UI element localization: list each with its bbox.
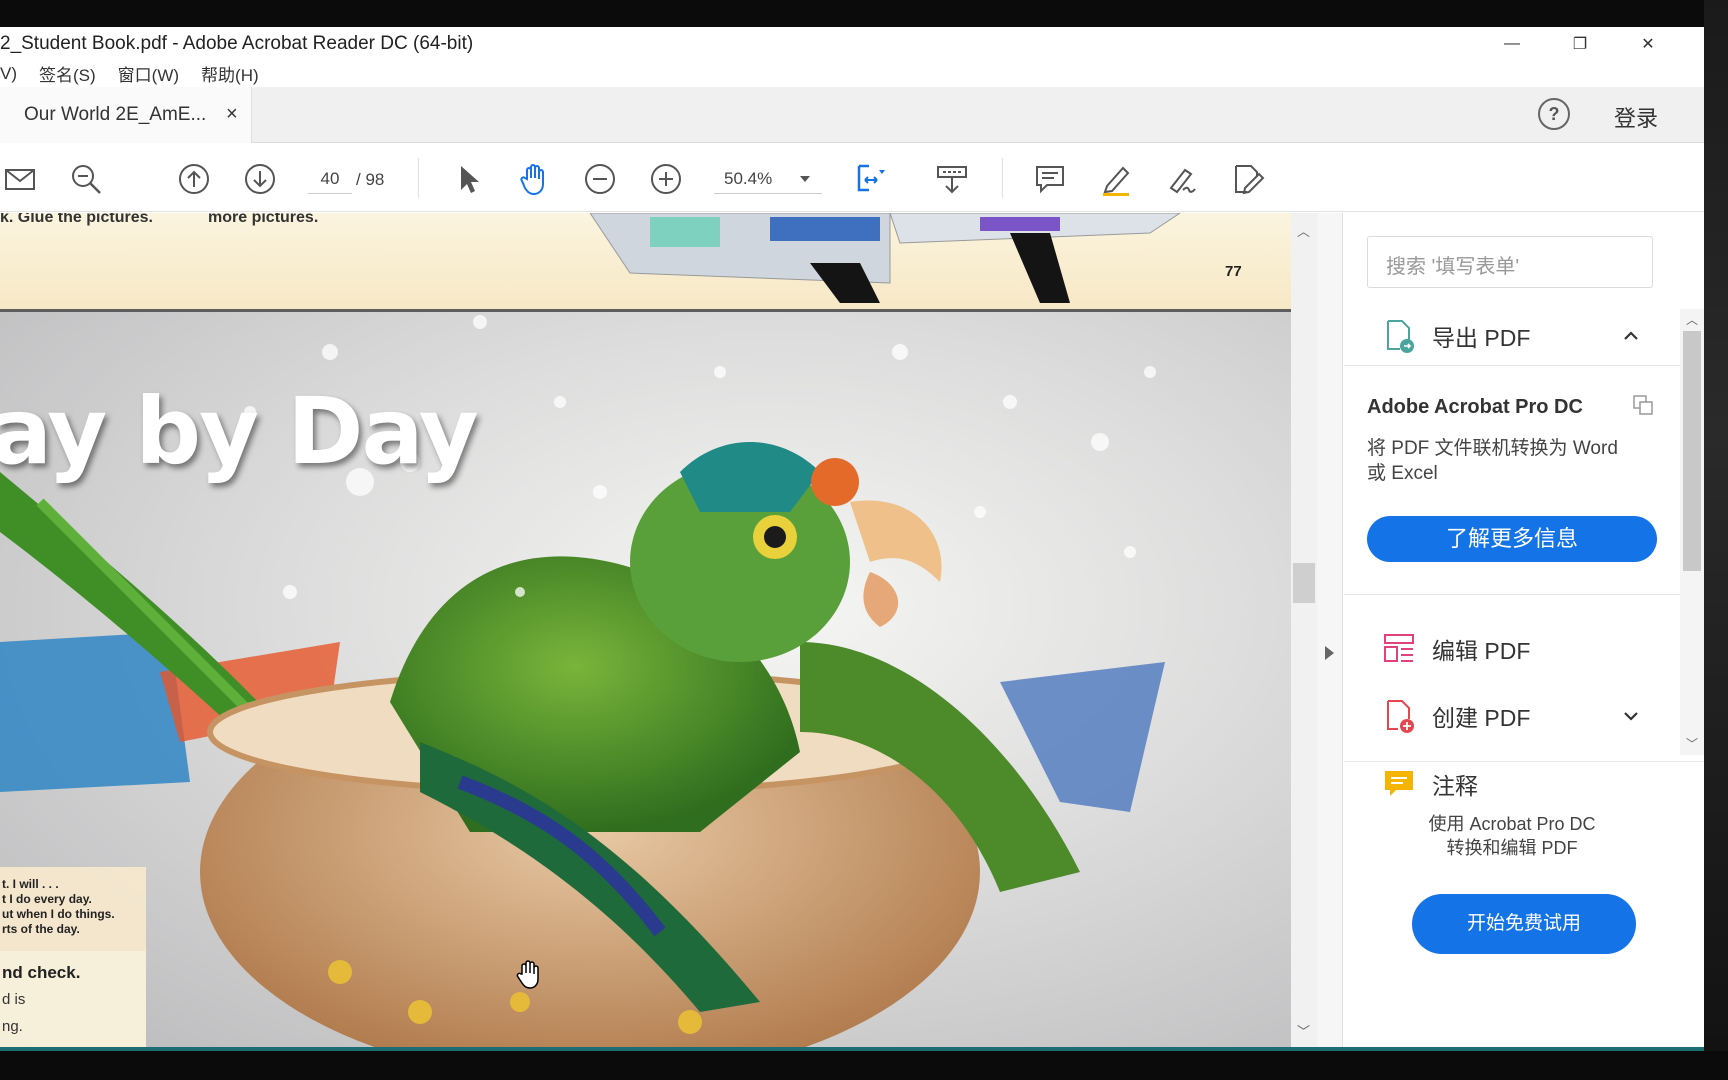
menu-view[interactable]: V) xyxy=(0,64,17,84)
tool-edit-pdf-label: 编辑 PDF xyxy=(1432,638,1531,664)
restore-button[interactable]: ❐ xyxy=(1556,29,1604,59)
page-number-input[interactable]: 40 xyxy=(308,164,352,194)
title-bar: 2_Student Book.pdf - Adobe Acrobat Reade… xyxy=(0,27,1704,60)
chevron-down-icon[interactable]: ﹀ xyxy=(1297,1021,1310,1040)
toolbar-divider xyxy=(418,158,419,198)
copy-icon[interactable] xyxy=(1632,394,1654,416)
tool-create-pdf-label: 创建 PDF xyxy=(1432,705,1531,731)
menu-bar: V) 签名(S) 窗口(W) 帮助(H) xyxy=(0,60,1704,87)
window-title: 2_Student Book.pdf - Adobe Acrobat Reade… xyxy=(0,33,474,54)
chevron-up-icon[interactable]: ︿ xyxy=(1686,311,1698,328)
trial-description-line: 使用 Acrobat Pro DC xyxy=(1428,814,1596,834)
previous-page-bottom: k. Glue the pictures. more pictures. 77 xyxy=(0,213,1291,309)
screen-bottom xyxy=(0,1051,1728,1080)
promo-description: 将 PDF 文件联机转换为 Word 或 Excel xyxy=(1367,438,1618,484)
help-icon[interactable]: ? xyxy=(1538,98,1570,130)
page-total: / 98 xyxy=(356,170,385,189)
page-down-icon[interactable] xyxy=(240,159,280,199)
tools-search-input[interactable]: 搜索 '填写表单' xyxy=(1367,236,1653,288)
check-line: d is xyxy=(2,991,26,1008)
mail-icon[interactable] xyxy=(0,159,40,199)
note-line: t. I will . . . xyxy=(2,877,59,891)
tools-scrollbar-thumb[interactable] xyxy=(1683,331,1701,571)
page-up-icon[interactable] xyxy=(174,159,214,199)
acrobat-window: 2_Student Book.pdf - Adobe Acrobat Reade… xyxy=(0,27,1704,1047)
edit-pdf-icon xyxy=(1384,634,1414,662)
promo-title: Adobe Acrobat Pro DC xyxy=(1367,396,1583,418)
scrollbar-thumb[interactable] xyxy=(1293,563,1315,603)
desktop-edge xyxy=(1704,0,1728,1080)
sign-icon[interactable] xyxy=(1162,159,1202,199)
edit-tools-icon[interactable] xyxy=(1228,159,1268,199)
craft-photo xyxy=(590,213,1181,303)
create-pdf-icon xyxy=(1387,700,1414,733)
export-pdf-icon xyxy=(1387,320,1414,353)
trial-description: 使用 Acrobat Pro DC 转换和编辑 PDF xyxy=(1344,812,1680,860)
trial-description-line: 转换和编辑 PDF xyxy=(1446,838,1578,858)
note-line: t I do every day. xyxy=(2,892,92,906)
note-box: t. I will . . . t I do every day. ut whe… xyxy=(0,867,146,951)
zoom-in-icon[interactable] xyxy=(646,159,686,199)
document-view[interactable]: k. Glue the pictures. more pictures. 77 xyxy=(0,213,1291,1047)
pane-collapse-toggle[interactable] xyxy=(1317,213,1343,1047)
comment-icon[interactable] xyxy=(1030,159,1070,199)
menu-help[interactable]: 帮助(H) xyxy=(201,61,259,86)
chevron-down-icon[interactable] xyxy=(800,176,810,182)
tab-close-icon[interactable]: × xyxy=(226,103,238,126)
check-heading: nd check. xyxy=(2,963,81,982)
page-photo: ay by Day t. I will . . . t I do every d… xyxy=(0,312,1291,1047)
tool-create-pdf[interactable]: 创建 PDF xyxy=(1344,685,1680,747)
check-box-section: nd check. d is ng. xyxy=(0,951,146,1047)
chevron-down-icon[interactable] xyxy=(1622,707,1640,725)
start-free-trial-button[interactable]: 开始免费试用 xyxy=(1412,894,1636,954)
highlight-icon[interactable] xyxy=(1096,159,1136,199)
check-line: ng. xyxy=(2,1018,23,1035)
document-tab[interactable]: Our World 2E_AmE... × xyxy=(0,87,252,143)
page-number-label: 77 xyxy=(1225,263,1242,280)
note-line: rts of the day. xyxy=(2,922,80,936)
tools-pane: 搜索 '填写表单' 导出 PDF Adobe Acrobat Pro DC 将 … xyxy=(1344,213,1704,1047)
close-window-button[interactable]: ✕ xyxy=(1624,29,1672,59)
document-tab-label: Our World 2E_AmE... xyxy=(24,104,207,125)
zoom-search-icon[interactable] xyxy=(66,159,106,199)
tools-scrollbar[interactable]: ︿ ﹀ xyxy=(1680,309,1704,755)
chevron-up-icon[interactable] xyxy=(1622,327,1640,345)
login-button[interactable]: 登录 xyxy=(1614,101,1658,133)
hand-cursor-icon xyxy=(516,960,539,989)
minimize-button[interactable]: — xyxy=(1488,29,1536,59)
select-cursor-icon[interactable] xyxy=(448,159,488,199)
note-line: ut when I do things. xyxy=(2,907,115,921)
read-mode-icon[interactable] xyxy=(932,159,972,199)
menu-window[interactable]: 窗口(W) xyxy=(118,61,179,86)
trial-section: 使用 Acrobat Pro DC 转换和编辑 PDF 开始免费试用 xyxy=(1344,761,1704,1047)
fit-page-icon[interactable] xyxy=(850,159,890,199)
tab-bar: Our World 2E_AmE... × ? 登录 xyxy=(0,87,1704,143)
menu-sign[interactable]: 签名(S) xyxy=(39,61,96,86)
tool-export-pdf[interactable]: 导出 PDF xyxy=(1344,305,1680,367)
triangle-right-icon xyxy=(1325,646,1334,660)
document-scrollbar[interactable]: ︿ ﹀ xyxy=(1291,213,1317,1047)
chevron-down-icon[interactable]: ﹀ xyxy=(1686,735,1698,752)
tool-edit-pdf[interactable]: 编辑 PDF xyxy=(1344,618,1680,680)
tool-export-pdf-label: 导出 PDF xyxy=(1432,325,1531,351)
chevron-up-icon[interactable]: ︿ xyxy=(1297,221,1310,240)
acrobat-pro-promo: Adobe Acrobat Pro DC 将 PDF 文件联机转换为 Word … xyxy=(1344,365,1680,595)
learn-more-button[interactable]: 了解更多信息 xyxy=(1367,516,1657,562)
zoom-out-icon[interactable] xyxy=(580,159,620,199)
toolbar: 40 / 98 50.4% xyxy=(0,144,1704,212)
toolbar-divider xyxy=(1002,158,1003,198)
screen: 2_Student Book.pdf - Adobe Acrobat Reade… xyxy=(0,0,1728,1080)
page-text-snippet: more pictures. xyxy=(208,213,319,226)
page-text-snippet: k. Glue the pictures. xyxy=(0,213,153,226)
hand-tool-icon[interactable] xyxy=(514,159,554,199)
photo-title: ay by Day xyxy=(0,378,479,485)
